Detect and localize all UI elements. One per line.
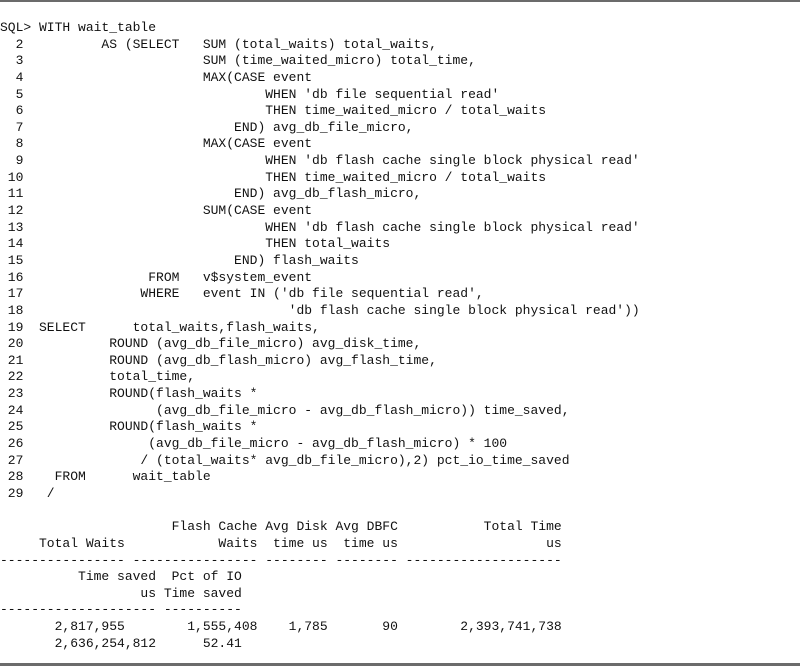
query-line: 7 END) avg_db_file_micro,	[0, 119, 414, 135]
query-line: 27 / (total_waits* avg_db_file_micro),2)…	[0, 452, 570, 468]
query-line: 6 THEN time_waited_micro / total_waits	[0, 103, 547, 119]
query-line: 18 'db flash cache single block physical…	[0, 302, 640, 318]
result-line: 2,636,254,812 52.41	[0, 635, 242, 651]
query-line: 23 ROUND(flash_waits *	[0, 386, 258, 402]
query-line: 5 WHEN 'db file sequential read'	[0, 86, 500, 102]
query-line: 19 SELECT total_waits,flash_waits,	[0, 319, 320, 335]
query-line: 15 END) flash_waits	[0, 252, 359, 268]
terminal-window: SQL> WITH wait_table 2 AS (SELECT SUM (t…	[0, 0, 800, 666]
query-line: 20 ROUND (avg_db_file_micro) avg_disk_ti…	[0, 336, 422, 352]
query-line: 28 FROM wait_table	[0, 469, 211, 485]
query-line: 16 FROM v$system_event	[0, 269, 313, 285]
result-line	[0, 503, 640, 520]
result-line: -------------------- ----------	[0, 602, 242, 618]
query-line: 22 total_time,	[0, 369, 196, 385]
query-line: 25 ROUND(flash_waits *	[0, 419, 258, 435]
query-line: 14 THEN total_waits	[0, 236, 391, 252]
sqlplus-output: SQL> WITH wait_table 2 AS (SELECT SUM (t…	[0, 20, 640, 652]
result-line: 2,817,955 1,555,408 1,785 90 2,393,741,7…	[0, 619, 562, 635]
query-line: 3 SUM (time_waited_micro) total_time,	[0, 53, 476, 69]
query-line: 26 (avg_db_file_micro - avg_db_flash_mic…	[0, 436, 508, 452]
query-line: 21 ROUND (avg_db_flash_micro) avg_flash_…	[0, 352, 437, 368]
query-line: SQL> WITH wait_table	[0, 20, 157, 35]
query-line: 10 THEN time_waited_micro / total_waits	[0, 169, 547, 185]
result-line: us Time saved	[0, 585, 242, 601]
query-line: 4 MAX(CASE event	[0, 69, 313, 85]
query-line: 8 MAX(CASE event	[0, 136, 313, 152]
query-line: 24 (avg_db_file_micro - avg_db_flash_mic…	[0, 402, 570, 418]
query-line: 9 WHEN 'db flash cache single block phys…	[0, 153, 640, 169]
query-line: 12 SUM(CASE event	[0, 203, 313, 219]
result-line: Time saved Pct of IO	[0, 569, 242, 585]
query-line: 29 /	[0, 485, 55, 501]
query-line: 2 AS (SELECT SUM (total_waits) total_wai…	[0, 36, 437, 52]
query-line: 11 END) avg_db_flash_micro,	[0, 186, 422, 202]
result-line: Total Waits Waits time us time us us	[0, 535, 562, 551]
query-line: 17 WHERE event IN ('db file sequential r…	[0, 286, 484, 302]
result-line: ---------------- ---------------- ------…	[0, 552, 562, 568]
query-line: 13 WHEN 'db flash cache single block phy…	[0, 219, 640, 235]
result-line: Flash Cache Avg Disk Avg DBFC Total Time	[0, 519, 562, 535]
